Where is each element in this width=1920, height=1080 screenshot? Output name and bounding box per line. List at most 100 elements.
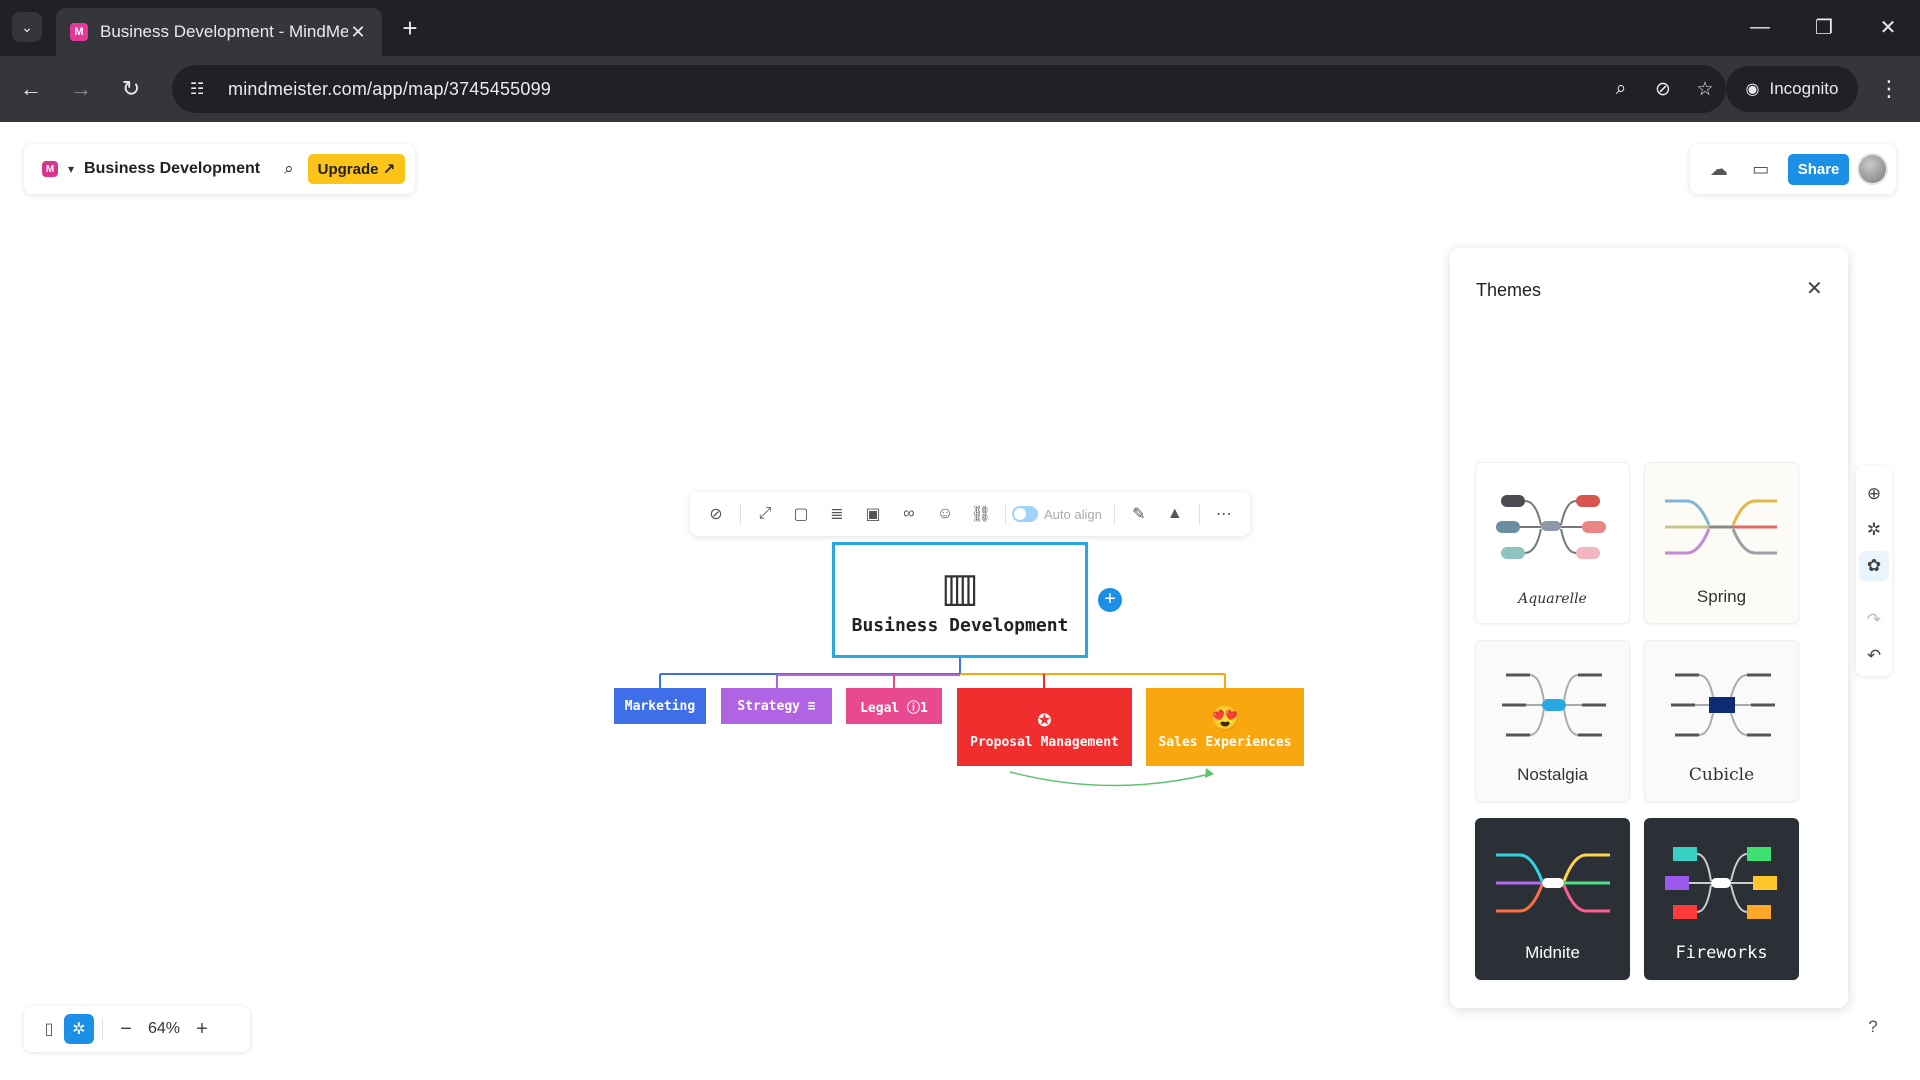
add-child-button[interactable]: +: [1098, 588, 1122, 612]
child-node-label: Legal ⓘ1: [860, 700, 928, 716]
site-settings-icon[interactable]: ☷: [190, 79, 212, 99]
theme-preview-nostalgia: [1502, 673, 1606, 737]
divider: [740, 503, 741, 525]
right-header: ☁ ▭ Share: [1690, 144, 1896, 194]
chevron-down-icon: ⌄: [21, 18, 33, 35]
outline-view-icon[interactable]: ▯: [34, 1014, 64, 1044]
more-horizontal-icon[interactable]: ⋯: [1206, 504, 1242, 524]
zoom-out-button[interactable]: −: [111, 1018, 141, 1041]
forward-button[interactable]: →: [64, 72, 98, 106]
divider: [1113, 503, 1115, 525]
mindmeister-favicon-icon: M: [70, 23, 88, 41]
browser-tab-active[interactable]: M Business Development - MindMeister ✕: [56, 8, 382, 56]
incognito-label: Incognito: [1769, 79, 1839, 98]
theme-card-fireworks[interactable]: Fireworks: [1644, 818, 1799, 980]
map-title[interactable]: Business Development: [84, 160, 260, 178]
divider: [1005, 503, 1006, 525]
new-tab-button[interactable]: +: [396, 13, 424, 43]
theme-card-cubicle[interactable]: Cubicle: [1644, 640, 1799, 802]
check-circle-icon[interactable]: ⊘: [698, 504, 734, 524]
browser-tab-strip: ⌄ M Business Development - MindMeister ✕…: [0, 0, 1920, 56]
child-node-strategy[interactable]: Strategy ≡: [721, 688, 832, 724]
connect-icon[interactable]: ⤢: [747, 505, 783, 523]
emoji-icon[interactable]: ☺: [927, 505, 963, 523]
minimize-button[interactable]: —: [1740, 10, 1780, 44]
search-icon[interactable]: ⌕: [284, 159, 294, 179]
mindmeister-app: ▥ Business Development + Marketing Strat…: [0, 122, 1920, 1080]
help-icon[interactable]: ?: [1858, 1012, 1888, 1042]
cloud-upload-icon[interactable]: ☁: [1698, 159, 1740, 180]
window-close-button[interactable]: ✕: [1868, 10, 1908, 44]
add-circle-icon[interactable]: ⊕: [1859, 476, 1889, 512]
back-button[interactable]: ←: [14, 72, 48, 106]
incognito-icon: ◉: [1745, 81, 1760, 98]
map-header: M ▾ Business Development ⌕ Upgrade ↗: [24, 144, 416, 194]
layout-icon[interactable]: ✲: [1859, 512, 1889, 548]
themes-panel: Themes ✕ Aquarelle Spring Nostalgia Cubi…: [1450, 248, 1848, 1008]
theme-name: Cubicle: [1688, 765, 1755, 785]
plus-icon: +: [1104, 588, 1116, 610]
divider: [102, 1018, 103, 1040]
mindmeister-logo-icon[interactable]: M: [42, 161, 58, 177]
auto-align-label: Auto align: [1044, 506, 1102, 522]
upgrade-button[interactable]: Upgrade ↗: [307, 154, 406, 184]
close-icon: ✕: [1879, 16, 1897, 39]
heart-eyes-emoji-icon: 😍: [1210, 704, 1240, 732]
note-icon[interactable]: ≣: [819, 504, 855, 524]
theme-card-spring[interactable]: Spring: [1644, 462, 1799, 624]
more-vertical-icon: ⋮: [1878, 76, 1900, 101]
eye-off-icon[interactable]: ⊘: [1642, 78, 1684, 101]
redo-icon[interactable]: ↷: [1859, 602, 1889, 638]
zoom-icon[interactable]: ⌕: [1600, 78, 1642, 100]
theme-preview-cubicle: [1671, 673, 1775, 737]
auto-align-toggle[interactable]: [1012, 506, 1038, 522]
link-icon[interactable]: ⛓: [963, 504, 999, 524]
child-node-label: Proposal Management: [970, 735, 1119, 750]
image-icon[interactable]: ▣: [855, 504, 891, 524]
address-bar[interactable]: ☷ mindmeister.com/app/map/3745455099 ⌕ ⊘…: [172, 65, 1726, 113]
child-node-legal[interactable]: Legal ⓘ1: [846, 688, 942, 724]
divider: [1198, 503, 1200, 525]
theme-preview-spring: [1665, 499, 1777, 555]
minimize-icon: —: [1750, 15, 1770, 38]
mindmap-view-icon[interactable]: ✲: [64, 1014, 94, 1044]
theme-card-aquarelle[interactable]: Aquarelle: [1475, 462, 1630, 624]
root-node[interactable]: ▥ Business Development: [832, 542, 1088, 658]
themes-palette-icon[interactable]: ✿: [1859, 551, 1889, 581]
attachment-icon[interactable]: ∞: [891, 505, 927, 523]
zoom-in-button[interactable]: +: [187, 1018, 217, 1041]
arrow-right-icon: →: [70, 76, 92, 101]
reload-icon: ↻: [121, 76, 141, 101]
child-node-label: Sales Experiences: [1158, 735, 1292, 750]
comment-icon[interactable]: ▢: [783, 504, 819, 524]
close-icon[interactable]: ✕: [348, 22, 368, 42]
child-node-sales-experiences[interactable]: 😍 Sales Experiences: [1146, 688, 1304, 766]
browser-menu-button[interactable]: ⋮: [1874, 72, 1904, 106]
share-button[interactable]: Share: [1787, 153, 1850, 185]
theme-name: Fireworks: [1675, 943, 1768, 963]
award-icon: ✪: [1037, 704, 1052, 732]
restore-button[interactable]: ❐: [1804, 10, 1844, 44]
star-icon[interactable]: ☆: [1684, 78, 1726, 101]
chevron-down-icon[interactable]: ▾: [68, 162, 74, 176]
theme-name: Midnite: [1525, 943, 1580, 962]
theme-card-nostalgia[interactable]: Nostalgia: [1475, 640, 1630, 802]
tab-title: Business Development - MindMeister: [100, 22, 348, 41]
theme-name: Spring: [1696, 587, 1747, 606]
shape-icon[interactable]: ▲: [1157, 505, 1193, 523]
style-icon[interactable]: ✎: [1121, 504, 1157, 524]
browser-toolbar: ← → ↻ ☷ mindmeister.com/app/map/37454550…: [0, 56, 1920, 122]
tab-search-button[interactable]: ⌄: [12, 12, 42, 42]
url-text[interactable]: mindmeister.com/app/map/3745455099: [228, 79, 1600, 100]
avatar[interactable]: [1857, 153, 1889, 185]
child-node-proposal-management[interactable]: ✪ Proposal Management: [957, 688, 1132, 766]
reload-button[interactable]: ↻: [114, 72, 148, 106]
right-rail: ⊕ ✲ ✿ ↷ ↶: [1856, 466, 1892, 676]
presentation-icon[interactable]: ▭: [1740, 159, 1782, 180]
incognito-indicator[interactable]: ◉ Incognito: [1726, 66, 1858, 112]
child-node-marketing[interactable]: Marketing: [614, 688, 706, 724]
theme-preview-midnite: [1496, 853, 1610, 913]
undo-icon[interactable]: ↶: [1859, 638, 1889, 674]
theme-card-midnite[interactable]: Midnite: [1475, 818, 1630, 980]
close-icon[interactable]: ✕: [1806, 276, 1823, 301]
